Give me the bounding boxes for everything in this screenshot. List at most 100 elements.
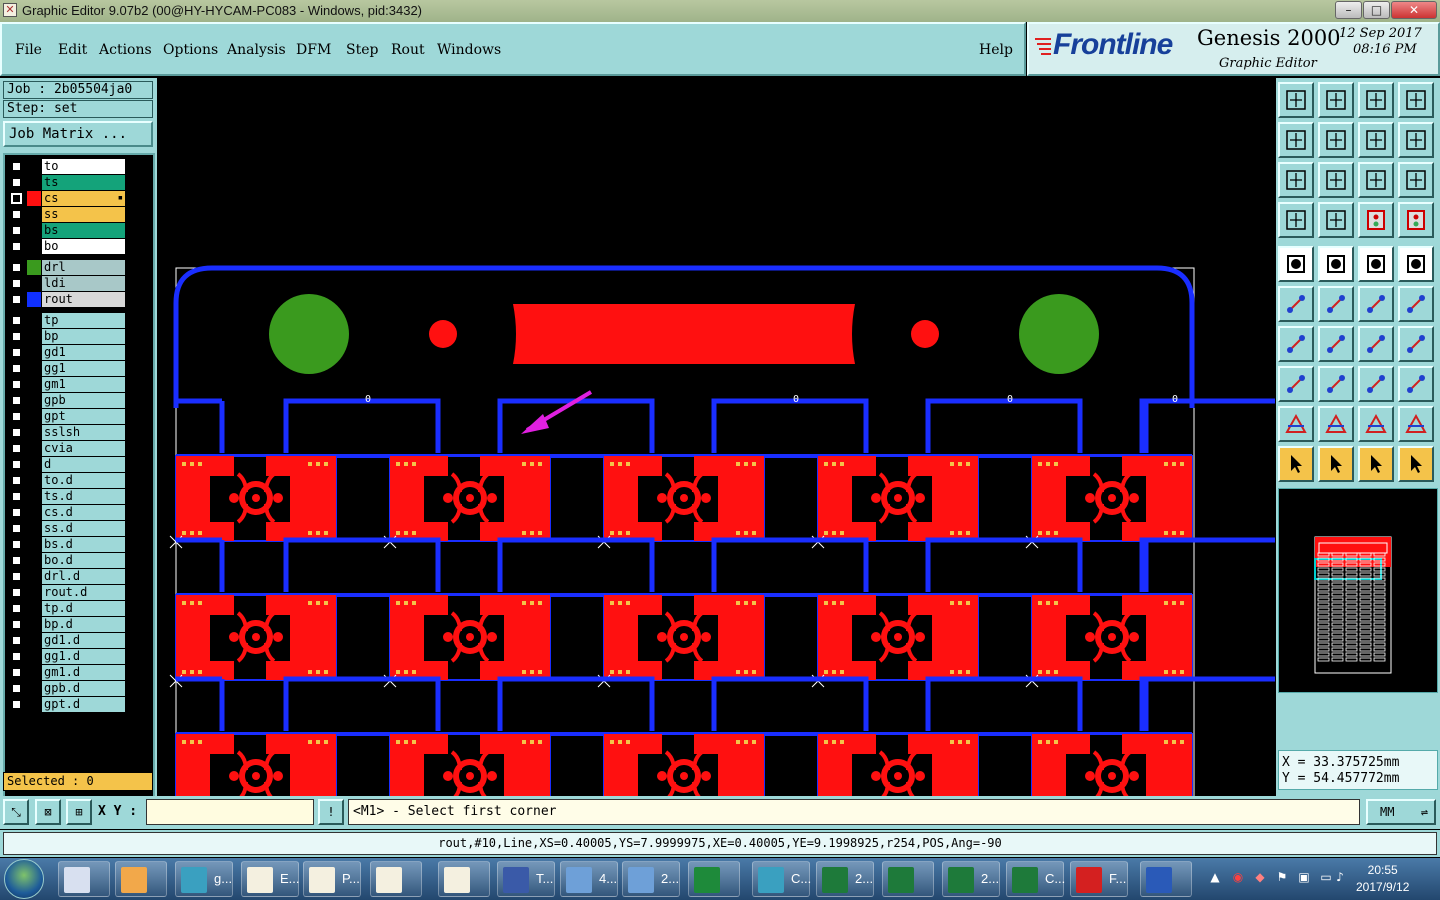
layer-row-rout[interactable]: rout bbox=[7, 292, 125, 307]
tray-volume-icon[interactable]: ♪ bbox=[1332, 870, 1348, 886]
select-pad-icon[interactable] bbox=[1278, 366, 1314, 402]
layer-checkbox[interactable] bbox=[11, 278, 22, 289]
taskbar-item[interactable]: 2... bbox=[816, 861, 874, 897]
layer-checkbox[interactable] bbox=[11, 395, 22, 406]
pan-left-icon[interactable] bbox=[1278, 122, 1314, 158]
layer-row-to[interactable]: to bbox=[7, 159, 125, 174]
layer-checkbox[interactable] bbox=[11, 443, 22, 454]
triangle4-icon[interactable] bbox=[1398, 406, 1434, 442]
ruler-icon[interactable] bbox=[1358, 246, 1394, 282]
layer-row-gpb[interactable]: gpb bbox=[7, 393, 125, 408]
layer-row-gd1[interactable]: gd1 bbox=[7, 345, 125, 360]
snap-icon[interactable]: ⊠ bbox=[35, 799, 61, 825]
layer-row-bp-d[interactable]: bp.d bbox=[7, 617, 125, 632]
fit-icon[interactable] bbox=[1278, 162, 1314, 198]
layer-checkbox[interactable] bbox=[11, 603, 22, 614]
split-line-icon[interactable] bbox=[1318, 366, 1354, 402]
layer-checkbox[interactable] bbox=[11, 651, 22, 662]
menu-analysis[interactable]: Analysis bbox=[227, 42, 286, 58]
pad-icon[interactable] bbox=[1398, 246, 1434, 282]
layer-checkbox[interactable] bbox=[11, 507, 22, 518]
layer-row-ss[interactable]: ss bbox=[7, 207, 125, 222]
menu-help[interactable]: Help bbox=[979, 42, 1013, 58]
graphic-canvas[interactable]: 0 0 0 0 bbox=[157, 78, 1275, 796]
align-icon[interactable] bbox=[1398, 326, 1434, 362]
layer-checkbox[interactable] bbox=[11, 347, 22, 358]
layer-row-cs-d[interactable]: cs.d bbox=[7, 505, 125, 520]
zoom-home2-icon[interactable] bbox=[1318, 82, 1354, 118]
layer-row-tp[interactable]: tp bbox=[7, 313, 125, 328]
layer-row-cvia[interactable]: cvia bbox=[7, 441, 125, 456]
taskbar-item[interactable]: 2... bbox=[622, 861, 680, 897]
select-area-icon[interactable] bbox=[1358, 446, 1394, 482]
tray-app2-icon[interactable]: ◆ bbox=[1252, 870, 1268, 886]
taskbar-item[interactable] bbox=[438, 861, 490, 897]
menu-actions[interactable]: Actions bbox=[99, 42, 152, 58]
taskbar-item[interactable] bbox=[370, 861, 422, 897]
taskbar-item[interactable] bbox=[115, 861, 167, 897]
taskbar-item[interactable]: 4... bbox=[560, 861, 618, 897]
layer-row-bp[interactable]: bp bbox=[7, 329, 125, 344]
triangle-icon[interactable] bbox=[1278, 406, 1314, 442]
layer-row-drl-d[interactable]: drl.d bbox=[7, 569, 125, 584]
layer-row-gpt-d[interactable]: gpt.d bbox=[7, 697, 125, 712]
taskbar-item[interactable] bbox=[688, 861, 740, 897]
select-pointer-icon[interactable] bbox=[1318, 446, 1354, 482]
connect-icon[interactable] bbox=[1278, 286, 1314, 322]
angle-icon[interactable] bbox=[1278, 326, 1314, 362]
arc-icon[interactable] bbox=[1358, 326, 1394, 362]
pointer-icon[interactable] bbox=[1278, 446, 1314, 482]
taskbar-clock[interactable]: 20:55 2017/9/12 bbox=[1356, 862, 1409, 896]
slope-icon[interactable] bbox=[1318, 326, 1354, 362]
layer-checkbox[interactable] bbox=[11, 475, 22, 486]
job-matrix-button[interactable]: Job Matrix ... bbox=[3, 121, 153, 147]
select-net-icon[interactable] bbox=[1398, 446, 1434, 482]
pan-right-icon[interactable] bbox=[1318, 122, 1354, 158]
layer-checkbox[interactable] bbox=[11, 667, 22, 678]
layer-checkbox[interactable] bbox=[11, 225, 22, 236]
taskbar-item[interactable]: T... bbox=[497, 861, 555, 897]
layer-row-sslsh[interactable]: sslsh bbox=[7, 425, 125, 440]
layers2-icon[interactable] bbox=[1398, 202, 1434, 238]
layer-row-to-d[interactable]: to.d bbox=[7, 473, 125, 488]
layer-row-bo-d[interactable]: bo.d bbox=[7, 553, 125, 568]
taskbar-item[interactable]: E... bbox=[241, 861, 300, 897]
layer-checkbox[interactable] bbox=[11, 193, 22, 204]
layer-checkbox[interactable] bbox=[11, 635, 22, 646]
taskbar-item[interactable]: F... bbox=[1070, 861, 1128, 897]
layer-checkbox[interactable] bbox=[11, 699, 22, 710]
taskbar-item[interactable]: P... bbox=[303, 861, 361, 897]
layer-row-bo[interactable]: bo bbox=[7, 239, 125, 254]
draw-line-icon[interactable] bbox=[1318, 246, 1354, 282]
zoom-home-icon[interactable] bbox=[1278, 82, 1314, 118]
layer-row-ts-d[interactable]: ts.d bbox=[7, 489, 125, 504]
triangle2-icon[interactable] bbox=[1318, 406, 1354, 442]
start-button[interactable] bbox=[4, 859, 44, 899]
layer-checkbox[interactable] bbox=[11, 331, 22, 342]
units-select[interactable]: MM ⇌ bbox=[1366, 799, 1436, 825]
layer-row-ts[interactable]: ts bbox=[7, 175, 125, 190]
delete-node-icon[interactable] bbox=[1318, 286, 1354, 322]
line-edit2-icon[interactable] bbox=[1398, 286, 1434, 322]
layer-row-gg1-d[interactable]: gg1.d bbox=[7, 649, 125, 664]
help-icon[interactable] bbox=[1398, 162, 1434, 198]
taskbar-item[interactable]: C... bbox=[1006, 861, 1065, 897]
layer-row-ldi[interactable]: ldi bbox=[7, 276, 125, 291]
grid-icon[interactable]: ⊞ bbox=[66, 799, 92, 825]
layer-checkbox[interactable] bbox=[11, 262, 22, 273]
layer-checkbox[interactable] bbox=[11, 491, 22, 502]
layer-checkbox[interactable] bbox=[11, 523, 22, 534]
xy-input[interactable] bbox=[146, 799, 314, 825]
layer-row-gg1[interactable]: gg1 bbox=[7, 361, 125, 376]
taskbar-item[interactable] bbox=[882, 861, 934, 897]
layer-row-d[interactable]: d bbox=[7, 457, 125, 472]
line-edit-icon[interactable] bbox=[1358, 286, 1394, 322]
menu-file[interactable]: File bbox=[15, 42, 42, 58]
layer-row-ss-d[interactable]: ss.d bbox=[7, 521, 125, 536]
layer-row-gm1-d[interactable]: gm1.d bbox=[7, 665, 125, 680]
tray-expand-icon[interactable]: ▲ bbox=[1207, 870, 1223, 886]
mirror-icon[interactable] bbox=[1398, 122, 1434, 158]
flip-icon[interactable] bbox=[1358, 122, 1394, 158]
triangle3-icon[interactable] bbox=[1358, 406, 1394, 442]
menu-dfm[interactable]: DFM bbox=[296, 42, 331, 58]
